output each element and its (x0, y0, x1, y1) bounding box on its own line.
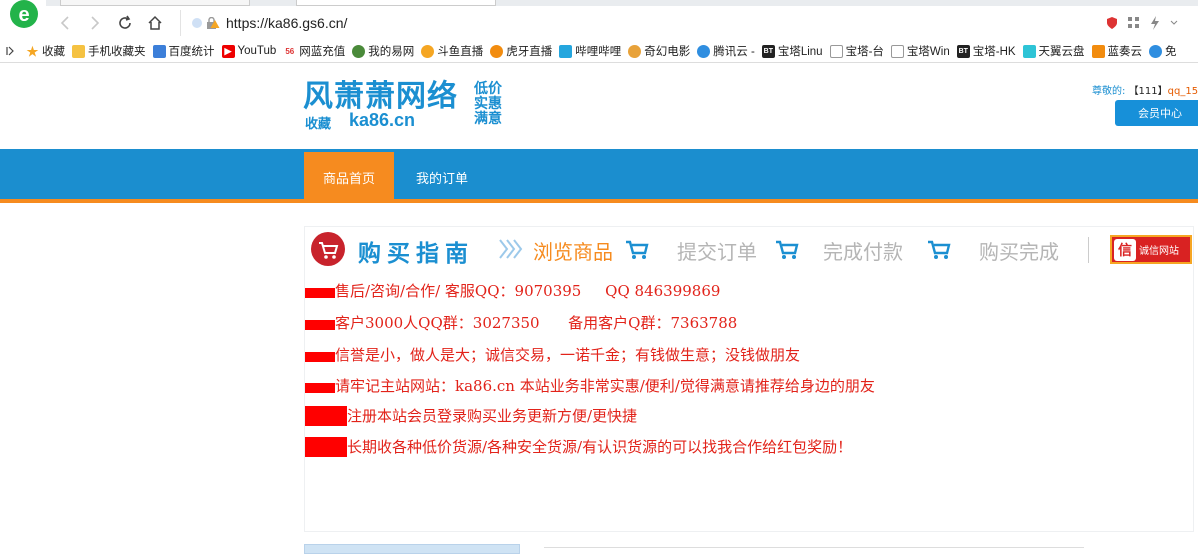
notice-line: 注册本站会员登录购买业务更新方便/更快捷 (305, 405, 637, 426)
redaction-block (305, 287, 335, 298)
site-icon (1091, 44, 1105, 58)
bookmark-item[interactable]: 奇幻电影 (628, 43, 690, 59)
tv-icon (559, 44, 573, 58)
member-center-button[interactable]: 会员中心 (1115, 100, 1198, 126)
back-icon[interactable] (54, 12, 76, 34)
url-text[interactable]: https://ka86.gs6.cn/ (226, 15, 347, 31)
page-icon (890, 44, 904, 58)
refresh-icon[interactable] (114, 12, 136, 34)
guide-title: 购买指南 (358, 241, 474, 267)
page-icon (829, 44, 843, 58)
chevron-down-icon[interactable] (1170, 20, 1178, 26)
step-submit-order: 提交订单 (677, 240, 757, 264)
step-browse: 浏览商品 (533, 240, 613, 264)
bookmarks-bar: ★ 收藏 手机收藏夹 百度统计 ▶ YouTub 56 网蓝充值 我的易网 斗鱼直播 … (0, 40, 1198, 63)
cart-icon (626, 240, 649, 259)
notice-line: 售后/咨询/合作/ 客服QQ：9070395 QQ 846399869 (305, 280, 720, 301)
logo-favorite: 收藏 (305, 117, 332, 132)
shield-icon[interactable] (1106, 16, 1118, 30)
bookmark-item[interactable]: 百度统计 (152, 43, 215, 59)
notice-line: 长期收各种低价货源/各种安全货源/有认识货源的可以找我合作给红包奖励！ (305, 436, 852, 457)
cart-icon (311, 232, 345, 266)
site-logo[interactable]: 风萧萧网络 收藏 ka86.cn 低价 实惠 满意 (303, 80, 513, 132)
cart-icon (776, 240, 799, 259)
site-icon: 56 (285, 46, 295, 56)
notice-line: 信誉是小，做人是大；诚信交易，一诺千金；有钱做生意；没钱做朋友 (305, 344, 800, 365)
user-greeting: 尊敬的: 【111】qq_15 (1092, 86, 1198, 97)
bt-icon: BT (956, 44, 970, 58)
web-page: 风萧萧网络 收藏 ka86.cn 低价 实惠 满意 尊敬的: 【111】qq_1… (0, 64, 1198, 554)
step-complete: 购买完成 (979, 240, 1059, 264)
cloud-icon (697, 44, 711, 58)
bookmark-item[interactable]: 哔哩哔哩 (559, 43, 621, 59)
nav-item-orders[interactable]: 我的订单 (402, 152, 482, 203)
logo-domain: ka86.cn (349, 110, 416, 130)
trusted-site-badge[interactable]: 信 诚信网站 (1110, 235, 1192, 264)
bookmark-item[interactable]: 天翼云盘 (1022, 43, 1085, 59)
bookmark-item[interactable]: 手机收藏夹 (72, 43, 146, 59)
redaction-block (305, 436, 347, 457)
purchase-guide-header: 购买指南 浏览商品 提交订单 完成付款 购买完成 信 诚信网站 (305, 227, 1193, 271)
redaction-block (305, 405, 347, 426)
bookmark-item[interactable]: ★ 收藏 (26, 43, 65, 59)
logo-slogan: 低价 实惠 满意 (474, 81, 502, 127)
nav-item-home[interactable]: 商品首页 (304, 152, 394, 203)
browser-logo[interactable]: e (0, 0, 46, 40)
double-chevron-icon (499, 239, 523, 259)
redaction-block (305, 351, 335, 362)
notice-line: 请牢记主站网站：ka86.cn 本站业务非常实惠/便利/觉得满意请推荐给身边的朋… (305, 375, 875, 396)
address-bar: https://ka86.gs6.cn/ (46, 6, 1198, 40)
bookmark-item[interactable]: ▶ YouTub (221, 44, 276, 58)
content-card (304, 544, 520, 554)
folder-icon (72, 44, 85, 58)
svg-text:e: e (18, 4, 29, 26)
site-info-icon[interactable] (191, 17, 203, 29)
chart-icon (152, 44, 166, 58)
purchase-guide-panel: 购买指南 浏览商品 提交订单 完成付款 购买完成 信 诚信网站 售后/咨询/合作… (304, 226, 1194, 532)
bookmark-item[interactable]: 虎牙直播 (490, 43, 552, 59)
trust-icon: 信 (1114, 238, 1136, 261)
main-nav: 商品首页 我的订单 (0, 149, 1198, 203)
url-field[interactable]: https://ka86.gs6.cn/ (180, 10, 1106, 36)
bookmark-item[interactable]: BT 宝塔-HK (956, 43, 1016, 59)
youtube-icon: ▶ (221, 44, 235, 58)
bookmark-item[interactable]: 我的易网 (352, 43, 414, 59)
site-icon (1149, 44, 1163, 58)
apps-grid-icon[interactable] (1128, 17, 1140, 29)
star-icon: ★ (26, 43, 39, 59)
site-icon (352, 44, 366, 58)
bookmark-item[interactable]: 宝塔Win (890, 43, 950, 59)
logo-title: 风萧萧网络 (303, 80, 458, 113)
bt-icon: BT (761, 44, 775, 58)
site-icon (628, 44, 642, 58)
bookmark-item[interactable]: 斗鱼直播 (421, 43, 483, 59)
bookmark-item[interactable]: 蓝奏云 (1091, 43, 1142, 59)
redaction-block (305, 319, 335, 330)
cart-icon (928, 240, 951, 259)
site-icon (490, 44, 504, 58)
forward-icon[interactable] (84, 12, 106, 34)
cloud-icon (1022, 44, 1036, 58)
bookmark-item[interactable]: BT 宝塔Linu (761, 43, 823, 59)
bookmark-item[interactable]: 免 (1149, 43, 1177, 59)
lightning-icon[interactable] (1150, 16, 1160, 30)
bookmark-item[interactable]: 宝塔-台 (829, 43, 884, 59)
bookmark-item[interactable]: 腾讯云 - (697, 43, 755, 59)
divider (1088, 237, 1089, 263)
bookmark-item[interactable]: 56 网蓝充值 (283, 43, 345, 59)
home-icon[interactable] (144, 12, 166, 34)
site-icon (421, 44, 435, 58)
warning-lock-icon[interactable] (206, 17, 220, 29)
step-payment: 完成付款 (823, 240, 903, 264)
content-card (544, 547, 1084, 553)
sidebar-toggle-icon[interactable] (6, 46, 14, 56)
username[interactable]: qq_15 (1168, 86, 1198, 97)
notice-line: 客户3000人QQ群：3027350 备用客户Q群：7363788 (305, 312, 737, 333)
redaction-block (305, 382, 335, 393)
